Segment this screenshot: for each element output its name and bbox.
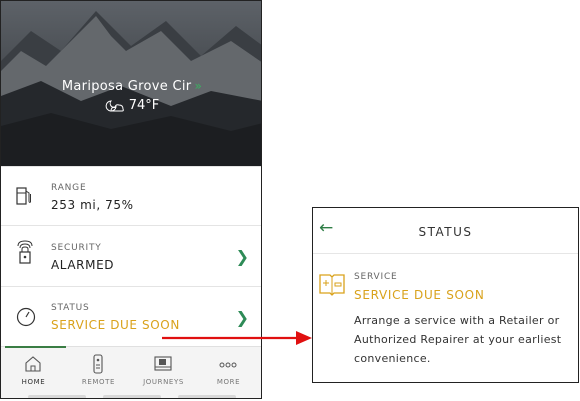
fuel-icon [16,187,31,205]
divider [313,253,578,254]
hero-header: Mariposa Grove Cir» 74°F [1,1,261,166]
chevron-double-right-icon: » [194,79,203,93]
nav-more[interactable]: MORE [196,347,261,398]
home-indicator [178,395,236,398]
lock-alarm-icon [17,240,33,264]
status-label: STATUS [51,303,90,313]
journeys-icon [154,356,172,371]
panel-title: STATUS [418,225,473,239]
status-panel: ← STATUS SERVICE SERVICE DUE SOON Arrang… [312,207,579,383]
service-label: SERVICE [354,272,398,282]
service-value: SERVICE DUE SOON [354,288,485,302]
security-value: ALARMED [51,258,115,272]
home-indicator [28,395,86,398]
callout-arrow [162,331,312,345]
remote-icon [93,354,103,374]
gauge-icon [16,307,36,327]
chevron-right-icon: ❯ [235,308,249,327]
nav-remote[interactable]: REMOTE [66,347,131,398]
service-description: Arrange a service with a Retailer or Aut… [354,314,562,365]
nav-journeys-label: JOURNEYS [143,378,184,386]
range-label: RANGE [51,183,87,193]
nav-home-label: HOME [21,378,46,386]
partly-cloudy-night-icon [105,99,124,111]
security-label: SECURITY [51,243,102,253]
nav-journeys[interactable]: JOURNEYS [131,347,196,398]
nav-home[interactable]: HOME [1,346,66,398]
bottom-nav: HOME REMOTE JOURNEYS MORE [1,346,261,398]
service-book-icon [319,274,345,296]
home-indicator [103,395,161,398]
nav-remote-label: REMOTE [81,378,116,386]
temperature: 74°F [128,98,160,113]
location-name: Mariposa Grove Cir [61,79,192,94]
weather-readout: 74°F [1,98,261,113]
home-icon [25,356,41,372]
range-value: 253 mi, 75% [51,198,134,212]
location-title[interactable]: Mariposa Grove Cir» [1,79,261,94]
nav-more-label: MORE [216,378,241,386]
chevron-right-icon: ❯ [235,247,249,266]
more-icon [219,362,237,368]
security-row[interactable]: SECURITY ALARMED ❯ [1,225,261,287]
range-row: RANGE 253 mi, 75% [1,166,261,226]
